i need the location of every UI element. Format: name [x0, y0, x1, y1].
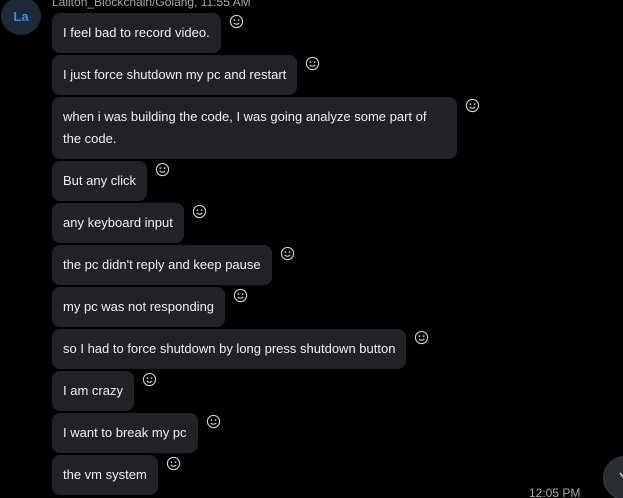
message-timestamp: 12:05 PM [529, 486, 581, 498]
smiley-icon[interactable] [229, 14, 244, 29]
message-bubble[interactable]: the vm system [52, 455, 158, 495]
message-bubble[interactable]: so I had to force shutdown by long press… [52, 329, 407, 369]
message-row: my pc was not responding [52, 287, 612, 327]
smiley-icon[interactable] [142, 372, 157, 387]
smiley-icon[interactable] [155, 162, 170, 177]
message-bubble[interactable]: when i was building the code, I was goin… [52, 97, 457, 159]
message-bubble[interactable]: my pc was not responding [52, 287, 226, 327]
chat-view: La Lailton_Blockchain/Golang, 11:55 AM I… [0, 0, 623, 498]
message-bubble[interactable]: the pc didn't reply and keep pause [52, 245, 272, 285]
message-row: But any click [52, 161, 612, 201]
smiley-icon[interactable] [233, 288, 248, 303]
message-list: I feel bad to record video. I just force… [52, 13, 612, 497]
message-bubble[interactable]: But any click [52, 161, 147, 201]
message-row: the vm system [52, 455, 612, 495]
smiley-icon[interactable] [414, 330, 429, 345]
avatar-initials: La [13, 8, 29, 24]
message-row: I feel bad to record video. [52, 13, 612, 53]
message-row: I am crazy [52, 371, 612, 411]
smiley-icon[interactable] [280, 246, 295, 261]
message-row: so I had to force shutdown by long press… [52, 329, 612, 369]
message-bubble[interactable]: any keyboard input [52, 203, 184, 243]
message-row: the pc didn't reply and keep pause [52, 245, 612, 285]
message-row: any keyboard input [52, 203, 612, 243]
chevron-down-icon [618, 469, 623, 488]
message-bubble[interactable]: I am crazy [52, 371, 134, 411]
smiley-icon[interactable] [305, 56, 320, 71]
smiley-icon[interactable] [166, 456, 181, 471]
message-row: when i was building the code, I was goin… [52, 97, 612, 159]
message-bubble[interactable]: I feel bad to record video. [52, 13, 221, 53]
message-row: I want to break my pc [52, 413, 612, 453]
message-bubble[interactable]: I just force shutdown my pc and restart [52, 55, 298, 95]
smiley-icon[interactable] [206, 414, 221, 429]
avatar[interactable]: La [1, 0, 41, 35]
smiley-icon[interactable] [465, 98, 480, 113]
message-bubble[interactable]: I want to break my pc [52, 413, 198, 453]
smiley-icon[interactable] [192, 204, 207, 219]
message-row: I just force shutdown my pc and restart [52, 55, 612, 95]
sender-header: Lailton_Blockchain/Golang, 11:55 AM [52, 0, 251, 9]
